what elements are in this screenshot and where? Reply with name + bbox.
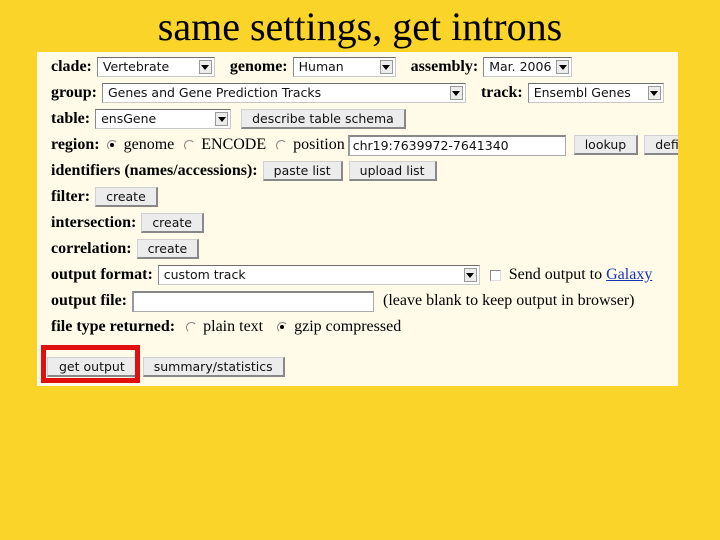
filter-label: filter:	[51, 188, 91, 205]
position-input[interactable]: chr19:7639972-7641340	[347, 134, 566, 156]
region-label: region:	[51, 136, 100, 153]
row-table: table: ensGene describe table schema	[51, 108, 406, 130]
group-select[interactable]: Genes and Gene Prediction Tracks	[101, 83, 466, 103]
plain-text-label: plain text	[203, 318, 264, 335]
output-format-value: custom track	[163, 267, 246, 282]
filter-create-button[interactable]: create	[95, 187, 158, 207]
clade-select[interactable]: Vertebrate	[96, 57, 215, 77]
row-region: region: genome ENCODE position chr19:763…	[51, 134, 678, 156]
row-output-file: output file: (leave blank to keep output…	[51, 290, 634, 312]
intersection-create-button[interactable]: create	[141, 213, 204, 233]
describe-table-schema-button[interactable]: describe table schema	[241, 109, 406, 129]
correlation-label: correlation:	[51, 240, 132, 257]
get-output-highlight-box	[41, 345, 140, 383]
output-file-input[interactable]	[132, 290, 374, 312]
genome-label: genome:	[229, 58, 288, 75]
region-position-label: position	[293, 136, 345, 153]
correlation-create-button[interactable]: create	[136, 239, 200, 259]
table-label: table:	[51, 110, 91, 127]
slide-title: same settings, get introns	[157, 4, 563, 49]
clade-label: clade:	[51, 58, 92, 75]
lookup-button[interactable]: lookup	[573, 135, 639, 155]
gzip-compressed-label: gzip compressed	[294, 318, 402, 335]
table-browser-form: clade: Vertebrate genome: Human assembly…	[37, 52, 678, 386]
assembly-value: Mar. 2006	[489, 59, 552, 74]
plain-text-radio[interactable]	[186, 321, 198, 333]
gzip-compressed-radio[interactable]	[277, 321, 289, 333]
output-file-label: output file:	[51, 292, 127, 309]
table-select[interactable]: ensGene	[95, 109, 232, 129]
row-clade-genome-assembly: clade: Vertebrate genome: Human assembly…	[51, 56, 573, 78]
chevron-down-icon	[215, 112, 229, 126]
table-value: ensGene	[101, 111, 157, 126]
chevron-down-icon	[379, 60, 393, 74]
clade-value: Vertebrate	[102, 59, 170, 74]
region-position-radio[interactable]	[276, 139, 288, 151]
chevron-down-icon	[647, 86, 661, 100]
chevron-down-icon	[556, 60, 570, 74]
row-intersection: intersection: create	[51, 212, 204, 234]
track-value: Ensembl Genes	[533, 85, 631, 100]
assembly-select[interactable]: Mar. 2006	[483, 57, 573, 77]
track-label: track:	[480, 84, 523, 101]
row-filter: filter: create	[51, 186, 158, 208]
upload-list-button[interactable]: upload list	[348, 161, 437, 181]
region-genome-radio[interactable]	[106, 139, 118, 151]
define-regions-button[interactable]: define regions	[644, 135, 678, 155]
group-label: group:	[51, 84, 97, 101]
output-format-label: output format:	[51, 266, 153, 283]
send-output-text: Send output to	[508, 266, 603, 283]
row-group-track: group: Genes and Gene Prediction Tracks …	[51, 82, 664, 104]
row-correlation: correlation: create	[51, 238, 200, 260]
summary-statistics-button[interactable]: summary/statistics	[142, 357, 285, 377]
row-output-format: output format: custom track Send output …	[51, 264, 652, 286]
output-format-select[interactable]: custom track	[157, 265, 480, 285]
region-genome-label: genome	[123, 136, 175, 153]
genome-select[interactable]: Human	[292, 57, 396, 77]
group-value: Genes and Gene Prediction Tracks	[107, 85, 322, 100]
row-identifiers: identifiers (names/accessions): paste li…	[51, 160, 437, 182]
identifiers-label: identifiers (names/accessions):	[51, 162, 258, 179]
chevron-down-icon	[449, 86, 463, 100]
intersection-label: intersection:	[51, 214, 137, 231]
chevron-down-icon	[198, 60, 212, 74]
assembly-label: assembly:	[410, 58, 479, 75]
send-to-galaxy-checkbox[interactable]	[489, 269, 501, 281]
row-file-type: file type returned: plain text gzip comp…	[51, 316, 401, 338]
region-encode-label: ENCODE	[201, 136, 267, 153]
chevron-down-icon	[463, 268, 477, 282]
galaxy-link[interactable]: Galaxy	[606, 266, 652, 284]
output-file-hint: (leave blank to keep output in browser)	[383, 292, 635, 309]
file-type-label: file type returned:	[51, 318, 176, 335]
genome-value: Human	[298, 59, 344, 74]
paste-list-button[interactable]: paste list	[262, 161, 343, 181]
track-select[interactable]: Ensembl Genes	[527, 83, 664, 103]
region-encode-radio[interactable]	[184, 139, 196, 151]
